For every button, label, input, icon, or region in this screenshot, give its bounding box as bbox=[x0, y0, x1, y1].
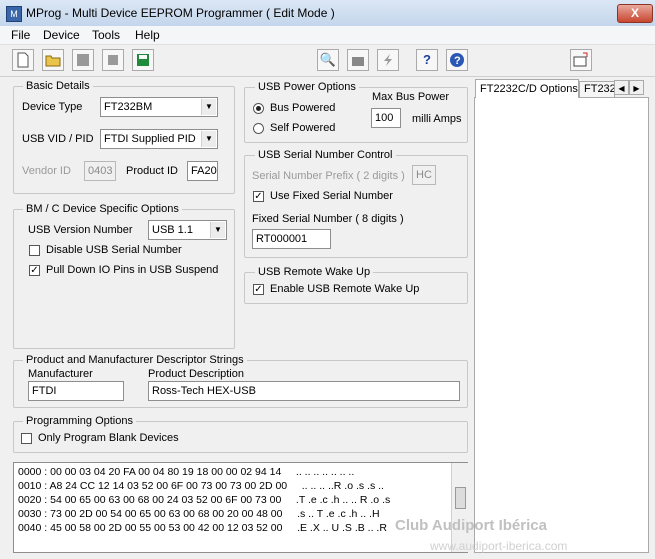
hex-line: 0000 : 00 00 03 04 20 FA 00 04 80 19 18 … bbox=[18, 466, 355, 478]
wake-up-label: Enable USB Remote Wake Up bbox=[270, 283, 420, 295]
tab-scroll-right-icon[interactable]: ▶ bbox=[629, 80, 644, 95]
tab-ft2232[interactable]: FT2232C/D Options bbox=[475, 79, 579, 98]
hex-line: 0010 : A8 24 CC 12 14 03 52 00 6F 00 73 … bbox=[18, 480, 384, 492]
save-icon[interactable] bbox=[132, 49, 154, 71]
bmc-options-legend: BM / C Device Specific Options bbox=[23, 203, 182, 215]
device-type-label: Device Type bbox=[22, 101, 83, 113]
fixed-serial-label: Fixed Serial Number ( 8 digits ) bbox=[252, 213, 404, 225]
max-power-field[interactable]: 100 bbox=[371, 108, 401, 128]
vendor-id-label: Vendor ID bbox=[22, 165, 71, 177]
stop-icon[interactable] bbox=[102, 49, 124, 71]
wake-up-legend: USB Remote Wake Up bbox=[255, 266, 374, 278]
use-fixed-serial-checkbox[interactable]: ✓ bbox=[253, 191, 264, 202]
manufacturer-label: Manufacturer bbox=[28, 368, 93, 380]
edit-icon[interactable] bbox=[72, 49, 94, 71]
vendor-id-field[interactable]: 0403 bbox=[84, 161, 116, 181]
blank-only-label: Only Program Blank Devices bbox=[38, 432, 179, 444]
serial-prefix-field[interactable]: HC bbox=[412, 165, 436, 185]
about-glyph: ? bbox=[454, 55, 461, 67]
tab-scroll-left-icon[interactable]: ◀ bbox=[614, 80, 629, 95]
menu-help[interactable]: Help bbox=[135, 28, 160, 42]
menu-bar: File Device Tools Help bbox=[0, 26, 655, 45]
usb-version-select[interactable]: USB 1.1 ▼ bbox=[148, 220, 227, 240]
program-icon[interactable] bbox=[347, 49, 369, 71]
pulldown-checkbox[interactable]: ✓ bbox=[29, 265, 40, 276]
hex-line: 0030 : 73 00 2D 00 54 00 65 00 63 00 68 … bbox=[18, 508, 380, 520]
title-bar: M MProg - Multi Device EEPROM Programmer… bbox=[0, 0, 655, 27]
hex-line: 0020 : 54 00 65 00 63 00 68 00 24 03 52 … bbox=[18, 494, 391, 506]
about-icon[interactable]: ? bbox=[446, 49, 468, 71]
exit-icon[interactable] bbox=[570, 49, 592, 71]
disable-serial-checkbox[interactable] bbox=[29, 245, 40, 256]
watermark-url: www.audiport-iberica.com bbox=[430, 539, 568, 553]
menu-device[interactable]: Device bbox=[43, 28, 80, 42]
manufacturer-field[interactable]: FTDI bbox=[28, 381, 124, 401]
open-icon[interactable] bbox=[42, 49, 64, 71]
descriptors-legend: Product and Manufacturer Descriptor Stri… bbox=[23, 354, 247, 366]
hex-line: 0040 : 45 00 58 00 2D 00 55 00 53 00 42 … bbox=[18, 522, 387, 534]
bus-powered-radio[interactable] bbox=[253, 103, 264, 114]
scroll-thumb[interactable] bbox=[455, 487, 466, 509]
use-fixed-serial-label: Use Fixed Serial Number bbox=[270, 190, 393, 202]
help-icon[interactable]: ? bbox=[416, 49, 438, 71]
self-powered-label: Self Powered bbox=[270, 122, 336, 134]
max-power-units: milli Amps bbox=[412, 113, 462, 125]
usb-version-label: USB Version Number bbox=[28, 224, 133, 236]
menu-tools[interactable]: Tools bbox=[92, 28, 120, 42]
close-button[interactable]: X bbox=[617, 4, 653, 23]
chevron-down-icon: ▼ bbox=[201, 131, 216, 147]
max-power-label: Max Bus Power bbox=[372, 91, 450, 103]
self-powered-radio[interactable] bbox=[253, 123, 264, 134]
serial-prefix-label: Serial Number Prefix ( 2 digits ) bbox=[252, 170, 405, 182]
blank-only-checkbox[interactable] bbox=[21, 433, 32, 444]
serial-control-legend: USB Serial Number Control bbox=[255, 149, 396, 161]
vidpid-label: USB VID / PID bbox=[22, 133, 94, 145]
power-options-legend: USB Power Options bbox=[255, 81, 359, 93]
product-description-label: Product Description bbox=[148, 368, 244, 380]
programming-legend: Programming Options bbox=[23, 415, 136, 427]
product-description-field[interactable]: Ross-Tech HEX-USB bbox=[148, 381, 460, 401]
tab-panel bbox=[474, 97, 649, 553]
flash-icon[interactable] bbox=[377, 49, 399, 71]
product-id-field[interactable]: FA20 bbox=[187, 161, 218, 181]
hex-dump[interactable]: 0000 : 00 00 03 04 20 FA 00 04 80 19 18 … bbox=[13, 462, 468, 553]
chevron-down-icon: ▼ bbox=[210, 222, 225, 238]
fixed-serial-field[interactable]: RT000001 bbox=[252, 229, 331, 249]
device-type-value: FT232BM bbox=[104, 101, 153, 113]
watermark-text: Club Audiport Ibérica bbox=[395, 517, 547, 534]
toolbar: 🔍 ? ? bbox=[0, 45, 655, 77]
vidpid-value: FTDI Supplied PID bbox=[104, 133, 196, 145]
product-id-label: Product ID bbox=[126, 165, 178, 177]
pulldown-label: Pull Down IO Pins in USB Suspend bbox=[46, 264, 219, 276]
window-title: MProg - Multi Device EEPROM Programmer (… bbox=[26, 6, 335, 20]
disable-serial-label: Disable USB Serial Number bbox=[46, 244, 182, 256]
menu-file[interactable]: File bbox=[11, 28, 30, 42]
device-type-select[interactable]: FT232BM ▼ bbox=[100, 97, 218, 117]
usb-version-value: USB 1.1 bbox=[152, 224, 193, 236]
search-icon[interactable]: 🔍 bbox=[317, 49, 339, 71]
bus-powered-label: Bus Powered bbox=[270, 102, 336, 114]
new-icon[interactable] bbox=[12, 49, 34, 71]
tab-ft232[interactable]: FT232 bbox=[579, 81, 615, 97]
vidpid-select[interactable]: FTDI Supplied PID ▼ bbox=[100, 129, 218, 149]
wake-up-checkbox[interactable]: ✓ bbox=[253, 284, 264, 295]
chevron-down-icon: ▼ bbox=[201, 99, 216, 115]
app-icon: M bbox=[6, 6, 22, 22]
basic-details-legend: Basic Details bbox=[23, 80, 93, 92]
